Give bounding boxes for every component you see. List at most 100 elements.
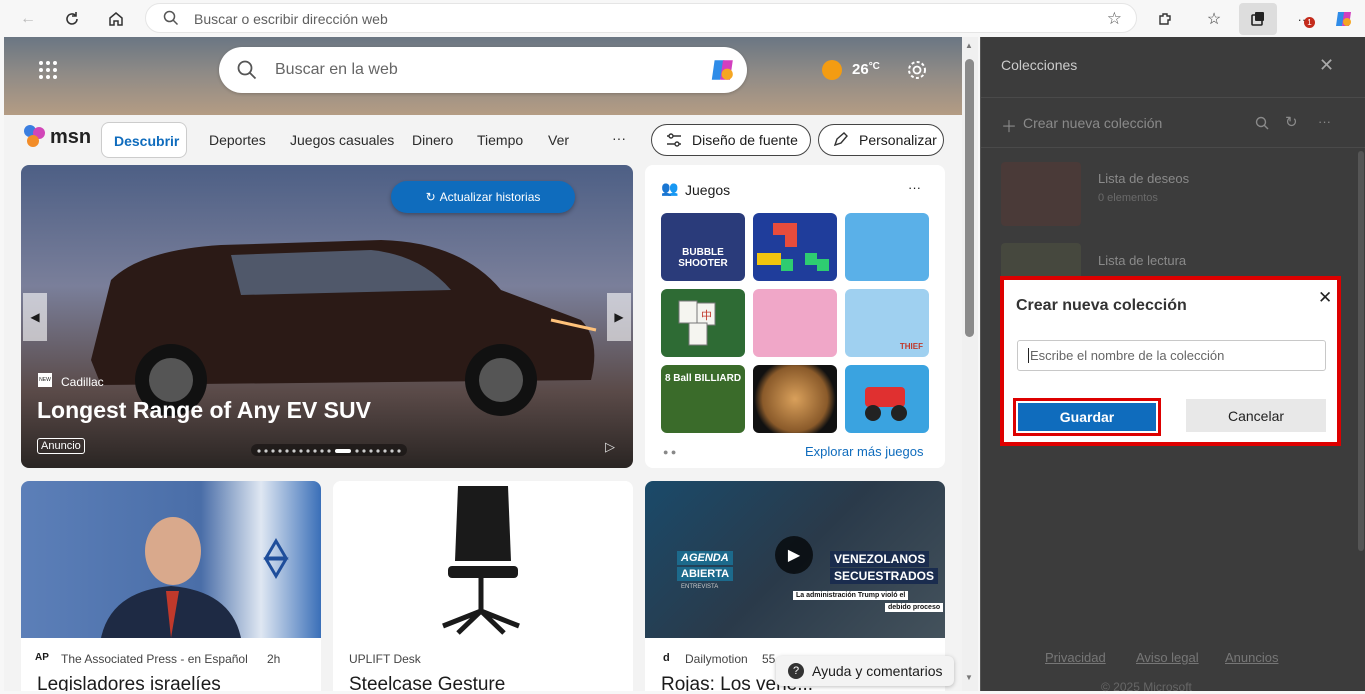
search-icon[interactable]	[1255, 116, 1269, 135]
scrollbar-thumb[interactable]	[965, 59, 974, 337]
collection-name[interactable]: Lista de deseos	[1098, 171, 1189, 186]
news-image	[21, 481, 321, 638]
address-bar[interactable]: Buscar o escribir dirección web ☆	[145, 3, 1137, 33]
save-button[interactable]: Guardar	[1016, 401, 1158, 433]
nav-more-button[interactable]: ···	[612, 130, 626, 146]
tab-deportes[interactable]: Deportes	[209, 132, 266, 148]
sync-icon[interactable]: ↻	[1285, 113, 1298, 131]
news-title[interactable]: Steelcase Gesture	[349, 674, 505, 691]
tab-dinero[interactable]: Dinero	[412, 132, 453, 148]
help-icon: ?	[788, 663, 804, 679]
address-placeholder: Buscar o escribir dirección web	[194, 11, 388, 27]
apps-grid-icon[interactable]	[38, 60, 58, 85]
source-logo: d	[663, 652, 670, 664]
tab-descubrir[interactable]: Descubrir	[101, 122, 187, 158]
scroll-up-arrow-icon[interactable]: ▲	[965, 41, 973, 50]
cancel-button[interactable]: Cancelar	[1186, 399, 1326, 432]
explore-games-link[interactable]: Explorar más juegos	[805, 444, 924, 459]
hero-ad-card[interactable]: ↻ Actualizar historias ◀ ▶ NEW Cadillac L…	[21, 165, 633, 468]
game-tile-blocks[interactable]	[753, 213, 837, 281]
game-tile-hotel[interactable]	[845, 213, 929, 281]
legal-link[interactable]: Aviso legal	[1136, 650, 1199, 665]
collection-name[interactable]: Lista de lectura	[1098, 253, 1186, 268]
close-panel-icon[interactable]: ✕	[1319, 55, 1334, 76]
browser-toolbar: ← Buscar o escribir dirección web ☆ ☆ ··…	[0, 0, 1365, 37]
hero-headline[interactable]: Longest Range of Any EV SUV	[37, 397, 371, 424]
plus-icon[interactable]: ＋	[1001, 113, 1017, 137]
games-title[interactable]: Juegos	[685, 182, 730, 198]
news-title[interactable]: Legisladores israelíes	[37, 674, 221, 691]
close-dialog-icon[interactable]: ✕	[1318, 288, 1332, 308]
news-source: The Associated Press - en Español	[61, 652, 248, 666]
game-tile-mahjong[interactable]: 中	[661, 289, 745, 357]
refresh-icon[interactable]	[58, 5, 86, 33]
ads-link[interactable]: Anuncios	[1225, 650, 1278, 665]
panel-more-icon[interactable]: ···	[1318, 114, 1331, 129]
game-tile-thief[interactable]: THIEF	[845, 289, 929, 357]
ad-label: Anuncio	[37, 438, 85, 454]
help-feedback-button[interactable]: ? Ayuda y comentarios	[776, 656, 954, 686]
game-tile-billiard[interactable]: 8 Ball BILLIARD	[661, 365, 745, 433]
games-page-dots[interactable]: ● ●	[663, 447, 676, 457]
scroll-down-arrow-icon[interactable]: ▼	[965, 673, 973, 682]
news-card[interactable]: AP The Associated Press - en Español 2h …	[21, 481, 321, 691]
collections-icon[interactable]	[1239, 3, 1277, 35]
game-tile-hunting[interactable]	[753, 365, 837, 433]
video-play-button[interactable]: ▶	[775, 536, 813, 574]
copilot-icon[interactable]	[709, 56, 737, 89]
video-headline: VENEZOLANOS	[830, 551, 930, 567]
collection-name-input[interactable]: Escribe el nombre de la colección	[1017, 340, 1326, 371]
msn-logo-icon[interactable]	[22, 123, 48, 154]
settings-gear-icon[interactable]	[906, 59, 928, 86]
dialog-title: Crear nueva colección	[1016, 297, 1187, 314]
game-tile-bubble-shooter[interactable]: BUBBLE SHOOTER	[661, 213, 745, 281]
search-icon	[237, 60, 257, 85]
video-thumbnail: AGENDA ABIERTA ENTREVISTA ▶ VENEZOLANOS …	[645, 481, 945, 638]
personalize-button[interactable]: Personalizar	[818, 124, 944, 156]
video-overlay-text: ENTREVISTA	[681, 584, 719, 590]
game-tile-truck[interactable]	[845, 365, 929, 433]
source-logo: AP	[35, 652, 49, 663]
help-label: Ayuda y comentarios	[812, 663, 943, 679]
extensions-icon[interactable]	[1151, 5, 1179, 33]
tab-ver[interactable]: Ver	[548, 132, 569, 148]
weather-temperature[interactable]: 26°C	[852, 61, 880, 78]
create-new-collection-link[interactable]: Crear nueva colección	[1023, 115, 1162, 131]
news-card[interactable]: UPLIFT Desk Steelcase Gesture	[333, 481, 633, 691]
video-overlay-text: AGENDA	[677, 551, 733, 565]
chair-image	[333, 481, 633, 638]
page-scrollbar[interactable]: ▲ ▼	[962, 37, 978, 691]
games-card: 👥 Juegos ··· BUBBLE SHOOTER 中 THIEF 8 Ba…	[645, 165, 945, 468]
search-icon	[163, 10, 179, 31]
game-tile-girl[interactable]	[753, 289, 837, 357]
font-design-button[interactable]: Diseño de fuente	[651, 124, 811, 156]
carousel-dots[interactable]	[251, 444, 407, 456]
refresh-icon: ↻	[425, 190, 436, 204]
favorite-star-icon[interactable]: ☆	[1107, 9, 1122, 29]
home-icon[interactable]	[102, 5, 130, 33]
back-arrow-icon[interactable]: ←	[14, 5, 42, 33]
play-icon[interactable]: ▷	[605, 439, 615, 455]
web-search-box[interactable]: Buscar en la web	[219, 47, 747, 93]
msn-page: Buscar en la web 26°C msn Descubrir Depo…	[4, 37, 962, 691]
tab-tiempo[interactable]: Tiempo	[477, 132, 523, 148]
save-button-highlight: Guardar	[1013, 398, 1161, 436]
tab-label: Descubrir	[114, 133, 180, 149]
search-placeholder: Buscar en la web	[275, 61, 398, 78]
games-people-icon: 👥	[661, 180, 679, 196]
hero-brand: Cadillac	[61, 375, 104, 389]
tab-juegos-casuales[interactable]: Juegos casuales	[290, 132, 394, 148]
collection-thumbnail[interactable]	[1001, 162, 1081, 226]
input-placeholder: Escribe el nombre de la colección	[1028, 348, 1225, 363]
privacy-link[interactable]: Privacidad	[1045, 650, 1106, 665]
carousel-prev-button[interactable]: ◀	[23, 293, 47, 341]
games-more-button[interactable]: ···	[908, 180, 921, 195]
favorites-icon[interactable]: ☆	[1200, 5, 1228, 33]
sliders-icon	[666, 133, 682, 150]
copilot-icon[interactable]	[1330, 5, 1358, 33]
refresh-stories-button[interactable]: ↻ Actualizar historias	[391, 181, 575, 213]
carousel-next-button[interactable]: ▶	[607, 293, 631, 341]
panel-scrollbar[interactable]	[1358, 151, 1364, 551]
refresh-stories-label: Actualizar historias	[439, 190, 541, 204]
news-source: Dailymotion	[685, 652, 748, 666]
